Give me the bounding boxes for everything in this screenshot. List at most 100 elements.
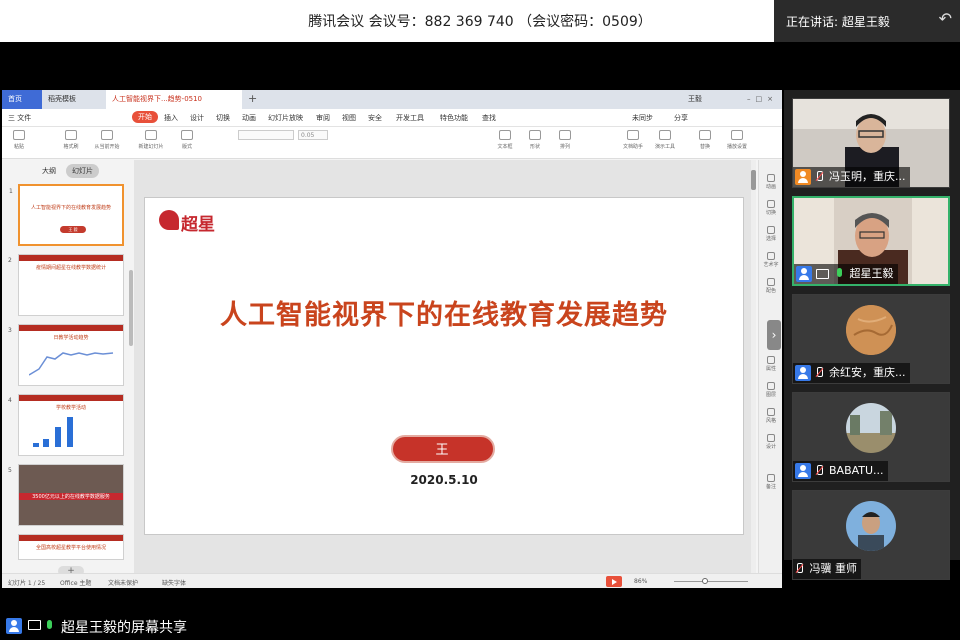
thumb-text: 日教学活动趋势: [53, 335, 89, 341]
rp-style[interactable]: 风格: [761, 408, 781, 424]
exit-fullscreen-icon[interactable]: ↶: [939, 9, 952, 28]
slide-canvas[interactable]: 超星 人工智能视界下的在线教育发展趋势 王 毅 2020.5.10: [144, 197, 744, 535]
menu-insert[interactable]: 插入: [164, 113, 178, 123]
menu-developer[interactable]: 开发工具: [396, 113, 424, 123]
menu-share[interactable]: 分享: [674, 113, 688, 123]
tab-home[interactable]: 首页: [2, 90, 42, 109]
collapse-panel-icon[interactable]: ›: [767, 320, 781, 350]
slide-date: 2020.5.10: [410, 473, 478, 487]
mic-off-icon: [795, 563, 803, 575]
scrollbar-thumb[interactable]: [751, 170, 756, 190]
slide-thumbnail[interactable]: 6 全国高校超星教学平台使用情况: [18, 534, 124, 560]
rp-select[interactable]: 选择: [761, 226, 781, 242]
rp-transition[interactable]: 切换: [761, 200, 781, 216]
property-icon: [767, 356, 775, 364]
user-icon: [795, 463, 811, 479]
notes-icon: [767, 474, 775, 482]
left-pane-tabs: 大纲 幻灯片: [2, 164, 130, 178]
window-controls-icon[interactable]: –□×: [747, 90, 778, 109]
shared-screen[interactable]: 首页 稻壳模板 人工智能视界下...趋势-0510 + 王毅 –□× 三 文件 …: [2, 90, 782, 588]
slide-thumbnail[interactable]: 1 人工智能视界下的在线教育发展趋势 王 毅: [9, 184, 124, 246]
textbox-button[interactable]: 文本框: [492, 130, 518, 156]
slide-thumbnail[interactable]: 2 疫情期间超星在线教学数据统计: [8, 254, 124, 316]
slide-thumbnail[interactable]: 3 日教学活动趋势: [8, 324, 124, 386]
rp-label: 图层: [765, 392, 776, 398]
tab-document[interactable]: 人工智能视界下...趋势-0510: [106, 90, 242, 109]
shape-button[interactable]: 形状: [522, 130, 548, 156]
paste-icon: [13, 130, 25, 140]
arrange-button[interactable]: 排列: [552, 130, 578, 156]
missing-font[interactable]: 缺失字体: [162, 578, 186, 587]
rp-design[interactable]: 设计: [761, 434, 781, 450]
doc-assistant-button[interactable]: 文档助手: [620, 130, 646, 156]
tools-label: 演示工具: [654, 144, 675, 150]
avatar-image: [846, 305, 896, 355]
zoom-slider-handle[interactable]: [702, 578, 708, 584]
tab-outline[interactable]: 大纲: [42, 166, 56, 176]
wps-user[interactable]: 王毅: [688, 90, 702, 109]
font-family-select[interactable]: [238, 130, 294, 140]
tab-template[interactable]: 稻壳模板: [42, 90, 104, 109]
menu-start[interactable]: 开始: [132, 111, 158, 123]
editor-scrollbar[interactable]: [751, 160, 756, 573]
user-icon: [795, 169, 811, 185]
replace-button[interactable]: 替换: [692, 130, 718, 156]
presentation-tools-button[interactable]: 演示工具: [652, 130, 678, 156]
new-slide-label: 新建幻灯片: [138, 144, 164, 150]
slide-thumbnail[interactable]: 4 学校教学活动: [8, 394, 124, 456]
participant-name: 冯玉明，重庆...: [829, 170, 906, 183]
paste-label: 粘贴: [13, 144, 24, 150]
menu-view[interactable]: 视图: [342, 113, 356, 123]
participant-tile[interactable]: BABATU...: [792, 392, 950, 482]
format-painter-button[interactable]: 格式刷: [58, 130, 84, 156]
new-slide-icon: [145, 130, 157, 140]
rp-property[interactable]: 属性: [761, 356, 781, 372]
menu-design[interactable]: 设计: [190, 113, 204, 123]
menu-transition[interactable]: 切换: [216, 113, 230, 123]
menu-features[interactable]: 特色功能: [440, 113, 468, 123]
layout-button[interactable]: 版式: [174, 130, 200, 156]
wps-status-bar: 幻灯片 1 / 25 Office 主题 文档未保护 缺失字体 86%: [2, 573, 782, 588]
right-task-pane: 动画 切换 选择 艺术字 配色 › 属性 图层 风格 设计 备注: [758, 160, 782, 573]
participant-tile[interactable]: 余红安，重庆...: [792, 294, 950, 384]
zoom-slider[interactable]: [674, 581, 748, 582]
thumb-bar-chart-icon: [33, 417, 73, 447]
thumbnail-scrollbar[interactable]: [129, 270, 133, 346]
rp-wordart[interactable]: 艺术字: [761, 252, 781, 268]
tab-slides[interactable]: 幻灯片: [66, 164, 99, 178]
rp-layer[interactable]: 图层: [761, 382, 781, 398]
thumb-header-bar: [19, 535, 123, 541]
menu-file[interactable]: 三 文件: [8, 113, 31, 123]
paste-button[interactable]: 粘贴: [6, 130, 32, 156]
settings-icon: [731, 130, 743, 140]
participant-tile[interactable]: 冯骥 重师: [792, 490, 950, 580]
rp-color[interactable]: 配色: [761, 278, 781, 294]
rp-label: 选择: [765, 236, 776, 242]
font-size-select[interactable]: 0.05: [298, 130, 328, 140]
menu-search[interactable]: 查找: [482, 113, 496, 123]
rp-notes[interactable]: 备注: [761, 474, 781, 490]
thumb-text: 全国高校超星教学平台使用情况: [35, 545, 106, 551]
menu-security[interactable]: 安全: [368, 113, 382, 123]
menu-slideshow[interactable]: 幻灯片放映: [268, 113, 303, 123]
slideshow-play-icon[interactable]: [606, 576, 622, 587]
menu-sync[interactable]: 未同步: [632, 113, 653, 123]
wps-ribbon: 粘贴 格式刷 从当前开始 新建幻灯片 版式 0.05 文本框 形状 排列 文档助…: [2, 127, 782, 159]
new-tab-icon[interactable]: +: [248, 92, 257, 105]
participant-tile-active-speaker[interactable]: 超星王毅: [792, 196, 950, 286]
backup-status[interactable]: 文档未保护: [108, 578, 138, 587]
menu-animation[interactable]: 动画: [242, 113, 256, 123]
thumb-button: 王 毅: [60, 226, 86, 233]
rp-animation[interactable]: 动画: [761, 174, 781, 190]
play-settings-button[interactable]: 播放设置: [724, 130, 750, 156]
play-from-current-button[interactable]: 从当前开始: [94, 130, 120, 156]
layout-icon: [181, 130, 193, 140]
screen-share-icon: [815, 269, 829, 279]
new-slide-button[interactable]: 新建幻灯片: [138, 130, 164, 156]
slide-thumbnail[interactable]: 5 3500亿元以上的在线教学数据服务: [8, 464, 124, 526]
rp-label: 属性: [765, 366, 776, 372]
menu-review[interactable]: 审阅: [316, 113, 330, 123]
zoom-level[interactable]: 86%: [634, 578, 647, 585]
participant-tile[interactable]: 冯玉明，重庆...: [792, 98, 950, 188]
textbox-label: 文本框: [497, 144, 513, 150]
